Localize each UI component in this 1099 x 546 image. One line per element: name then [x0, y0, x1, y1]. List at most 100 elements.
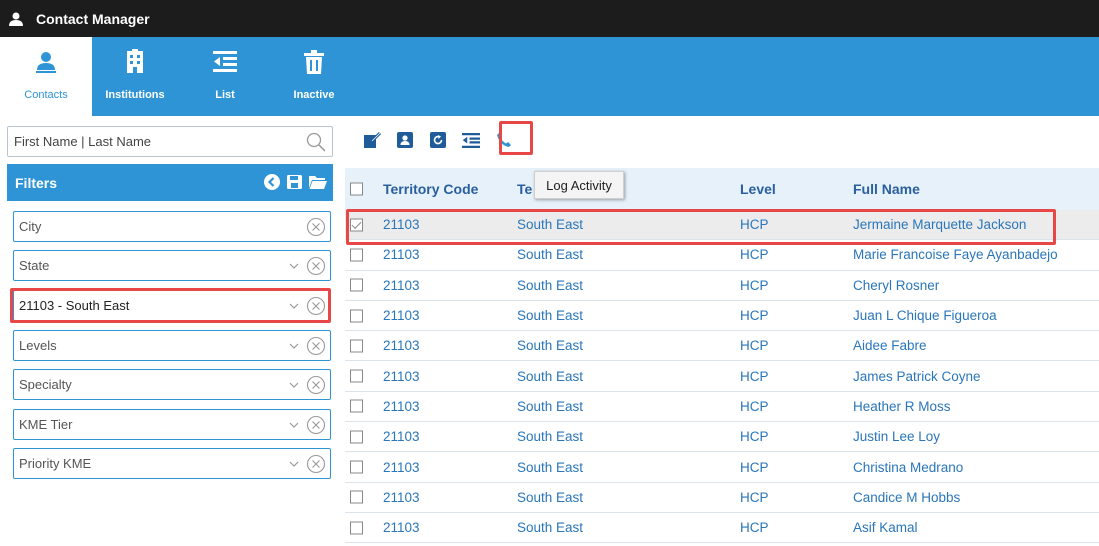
table-row[interactable]: 21103 South East HCP Heather R Moss — [345, 392, 1099, 423]
row-checkbox[interactable] — [350, 490, 363, 504]
table-row[interactable]: 21103 South East HCP Juan L Chique Figue… — [345, 300, 1099, 332]
chevron-down-icon[interactable] — [288, 419, 300, 434]
state-filter[interactable]: State — [13, 250, 331, 281]
chevron-down-icon[interactable] — [288, 340, 300, 355]
cell-territory[interactable]: South East — [517, 278, 583, 293]
cell-territory-code[interactable]: 21103 — [383, 247, 420, 262]
city-filter[interactable]: City — [13, 211, 331, 242]
list-icon[interactable] — [459, 129, 483, 151]
chevron-down-icon[interactable] — [288, 300, 300, 315]
row-checkbox[interactable] — [350, 460, 363, 474]
col-full-name[interactable]: Full Name — [853, 181, 920, 197]
search-icon[interactable] — [306, 132, 326, 155]
table-row[interactable]: 21103 South East HCP James Patrick Coyne — [345, 361, 1099, 392]
chevron-down-icon[interactable] — [288, 458, 300, 473]
cell-territory[interactable]: South East — [517, 308, 583, 323]
nav-institutions[interactable]: Institutions — [92, 37, 178, 116]
cell-full-name[interactable]: Aidee Fabre — [853, 338, 927, 353]
table-row[interactable]: 21103 South East HCP Candice M Hobbs — [345, 482, 1099, 513]
cell-territory[interactable]: South East — [517, 460, 583, 475]
cell-territory-code[interactable]: 21103 — [383, 278, 420, 293]
cell-territory[interactable]: South East — [517, 217, 583, 232]
table-row[interactable]: 21103 South East HCP Asif Kamal — [345, 513, 1099, 544]
row-checkbox[interactable] — [350, 218, 363, 232]
cell-full-name[interactable]: Candice M Hobbs — [853, 490, 960, 505]
table-row[interactable]: 21103 South East HCP Marie Francoise Fay… — [345, 240, 1099, 271]
row-checkbox[interactable] — [350, 309, 363, 323]
col-level[interactable]: Level — [740, 181, 776, 197]
specialty-filter[interactable]: Specialty — [13, 369, 331, 400]
cell-territory[interactable]: South East — [517, 369, 583, 384]
cell-level[interactable]: HCP — [740, 278, 769, 293]
col-territory[interactable]: Te — [517, 181, 532, 197]
cell-full-name[interactable]: Justin Lee Loy — [853, 429, 940, 444]
table-row[interactable]: 21103 South East HCP Justin Lee Loy — [345, 422, 1099, 453]
table-row[interactable]: 21103 South East HCP Aidee Fabre — [345, 331, 1099, 362]
cell-territory-code[interactable]: 21103 — [383, 217, 420, 232]
row-checkbox[interactable] — [350, 339, 363, 353]
nav-list[interactable]: List — [190, 37, 260, 116]
cell-level[interactable]: HCP — [740, 369, 769, 384]
cell-territory-code[interactable]: 21103 — [383, 338, 420, 353]
cell-full-name[interactable]: Marie Francoise Faye Ayanbadejo — [853, 247, 1058, 262]
contact-card-icon[interactable] — [393, 129, 417, 151]
cell-territory-code[interactable]: 21103 — [383, 460, 420, 475]
clear-icon[interactable] — [306, 296, 326, 319]
cell-territory-code[interactable]: 21103 — [383, 308, 420, 323]
cell-level[interactable]: HCP — [740, 338, 769, 353]
back-circle-icon[interactable] — [264, 174, 280, 193]
levels-filter[interactable]: Levels — [13, 330, 331, 361]
cell-level[interactable]: HCP — [740, 308, 769, 323]
cell-territory[interactable]: South East — [517, 429, 583, 444]
nav-contacts[interactable]: Contacts — [0, 37, 92, 116]
territory-filter[interactable]: 21103 - South East — [13, 290, 331, 321]
chevron-down-icon[interactable] — [288, 379, 300, 394]
cell-level[interactable]: HCP — [740, 520, 769, 535]
cell-full-name[interactable]: Cheryl Rosner — [853, 278, 939, 293]
clear-icon[interactable] — [306, 454, 326, 477]
clear-icon[interactable] — [306, 336, 326, 359]
cell-full-name[interactable]: James Patrick Coyne — [853, 369, 981, 384]
cell-territory[interactable]: South East — [517, 490, 583, 505]
cell-territory-code[interactable]: 21103 — [383, 429, 420, 444]
edit-icon[interactable] — [360, 129, 384, 151]
cell-territory-code[interactable]: 21103 — [383, 369, 420, 384]
col-territory-code[interactable]: Territory Code — [383, 181, 478, 197]
cell-territory[interactable]: South East — [517, 338, 583, 353]
cell-territory[interactable]: South East — [517, 520, 583, 535]
cell-full-name[interactable]: Heather R Moss — [853, 399, 951, 414]
cell-level[interactable]: HCP — [740, 490, 769, 505]
cell-level[interactable]: HCP — [740, 217, 769, 232]
cell-full-name[interactable]: Christina Medrano — [853, 460, 963, 475]
cell-territory[interactable]: South East — [517, 247, 583, 262]
cell-full-name[interactable]: Juan L Chique Figueroa — [853, 308, 997, 323]
cell-territory-code[interactable]: 21103 — [383, 490, 420, 505]
cell-level[interactable]: HCP — [740, 460, 769, 475]
table-row[interactable]: 21103 South East HCP Cheryl Rosner — [345, 271, 1099, 301]
cell-full-name[interactable]: Asif Kamal — [853, 520, 918, 535]
table-row[interactable]: 21103 South East HCP Christina Medrano — [345, 452, 1099, 483]
cell-territory-code[interactable]: 21103 — [383, 520, 420, 535]
refresh-icon[interactable] — [426, 129, 450, 151]
priority-kme-filter[interactable]: Priority KME — [13, 448, 331, 479]
row-checkbox[interactable] — [350, 521, 363, 535]
clear-icon[interactable] — [306, 256, 326, 279]
kme-tier-filter[interactable]: KME Tier — [13, 409, 331, 440]
cell-territory-code[interactable]: 21103 — [383, 399, 420, 414]
clear-icon[interactable] — [306, 415, 326, 438]
select-all-checkbox[interactable] — [350, 182, 363, 196]
chevron-down-icon[interactable] — [288, 260, 300, 275]
folder-open-icon[interactable] — [309, 174, 327, 193]
table-row[interactable]: 21103 South East HCP Jermaine Marquette … — [345, 210, 1099, 241]
cell-full-name[interactable]: Jermaine Marquette Jackson — [853, 217, 1026, 232]
phone-icon[interactable] — [492, 129, 516, 151]
save-icon[interactable] — [287, 174, 302, 193]
cell-level[interactable]: HCP — [740, 429, 769, 444]
cell-level[interactable]: HCP — [740, 247, 769, 262]
row-checkbox[interactable] — [350, 278, 363, 292]
clear-icon[interactable] — [306, 375, 326, 398]
cell-level[interactable]: HCP — [740, 399, 769, 414]
row-checkbox[interactable] — [350, 399, 363, 413]
search-input[interactable] — [8, 134, 298, 149]
row-checkbox[interactable] — [350, 248, 363, 262]
